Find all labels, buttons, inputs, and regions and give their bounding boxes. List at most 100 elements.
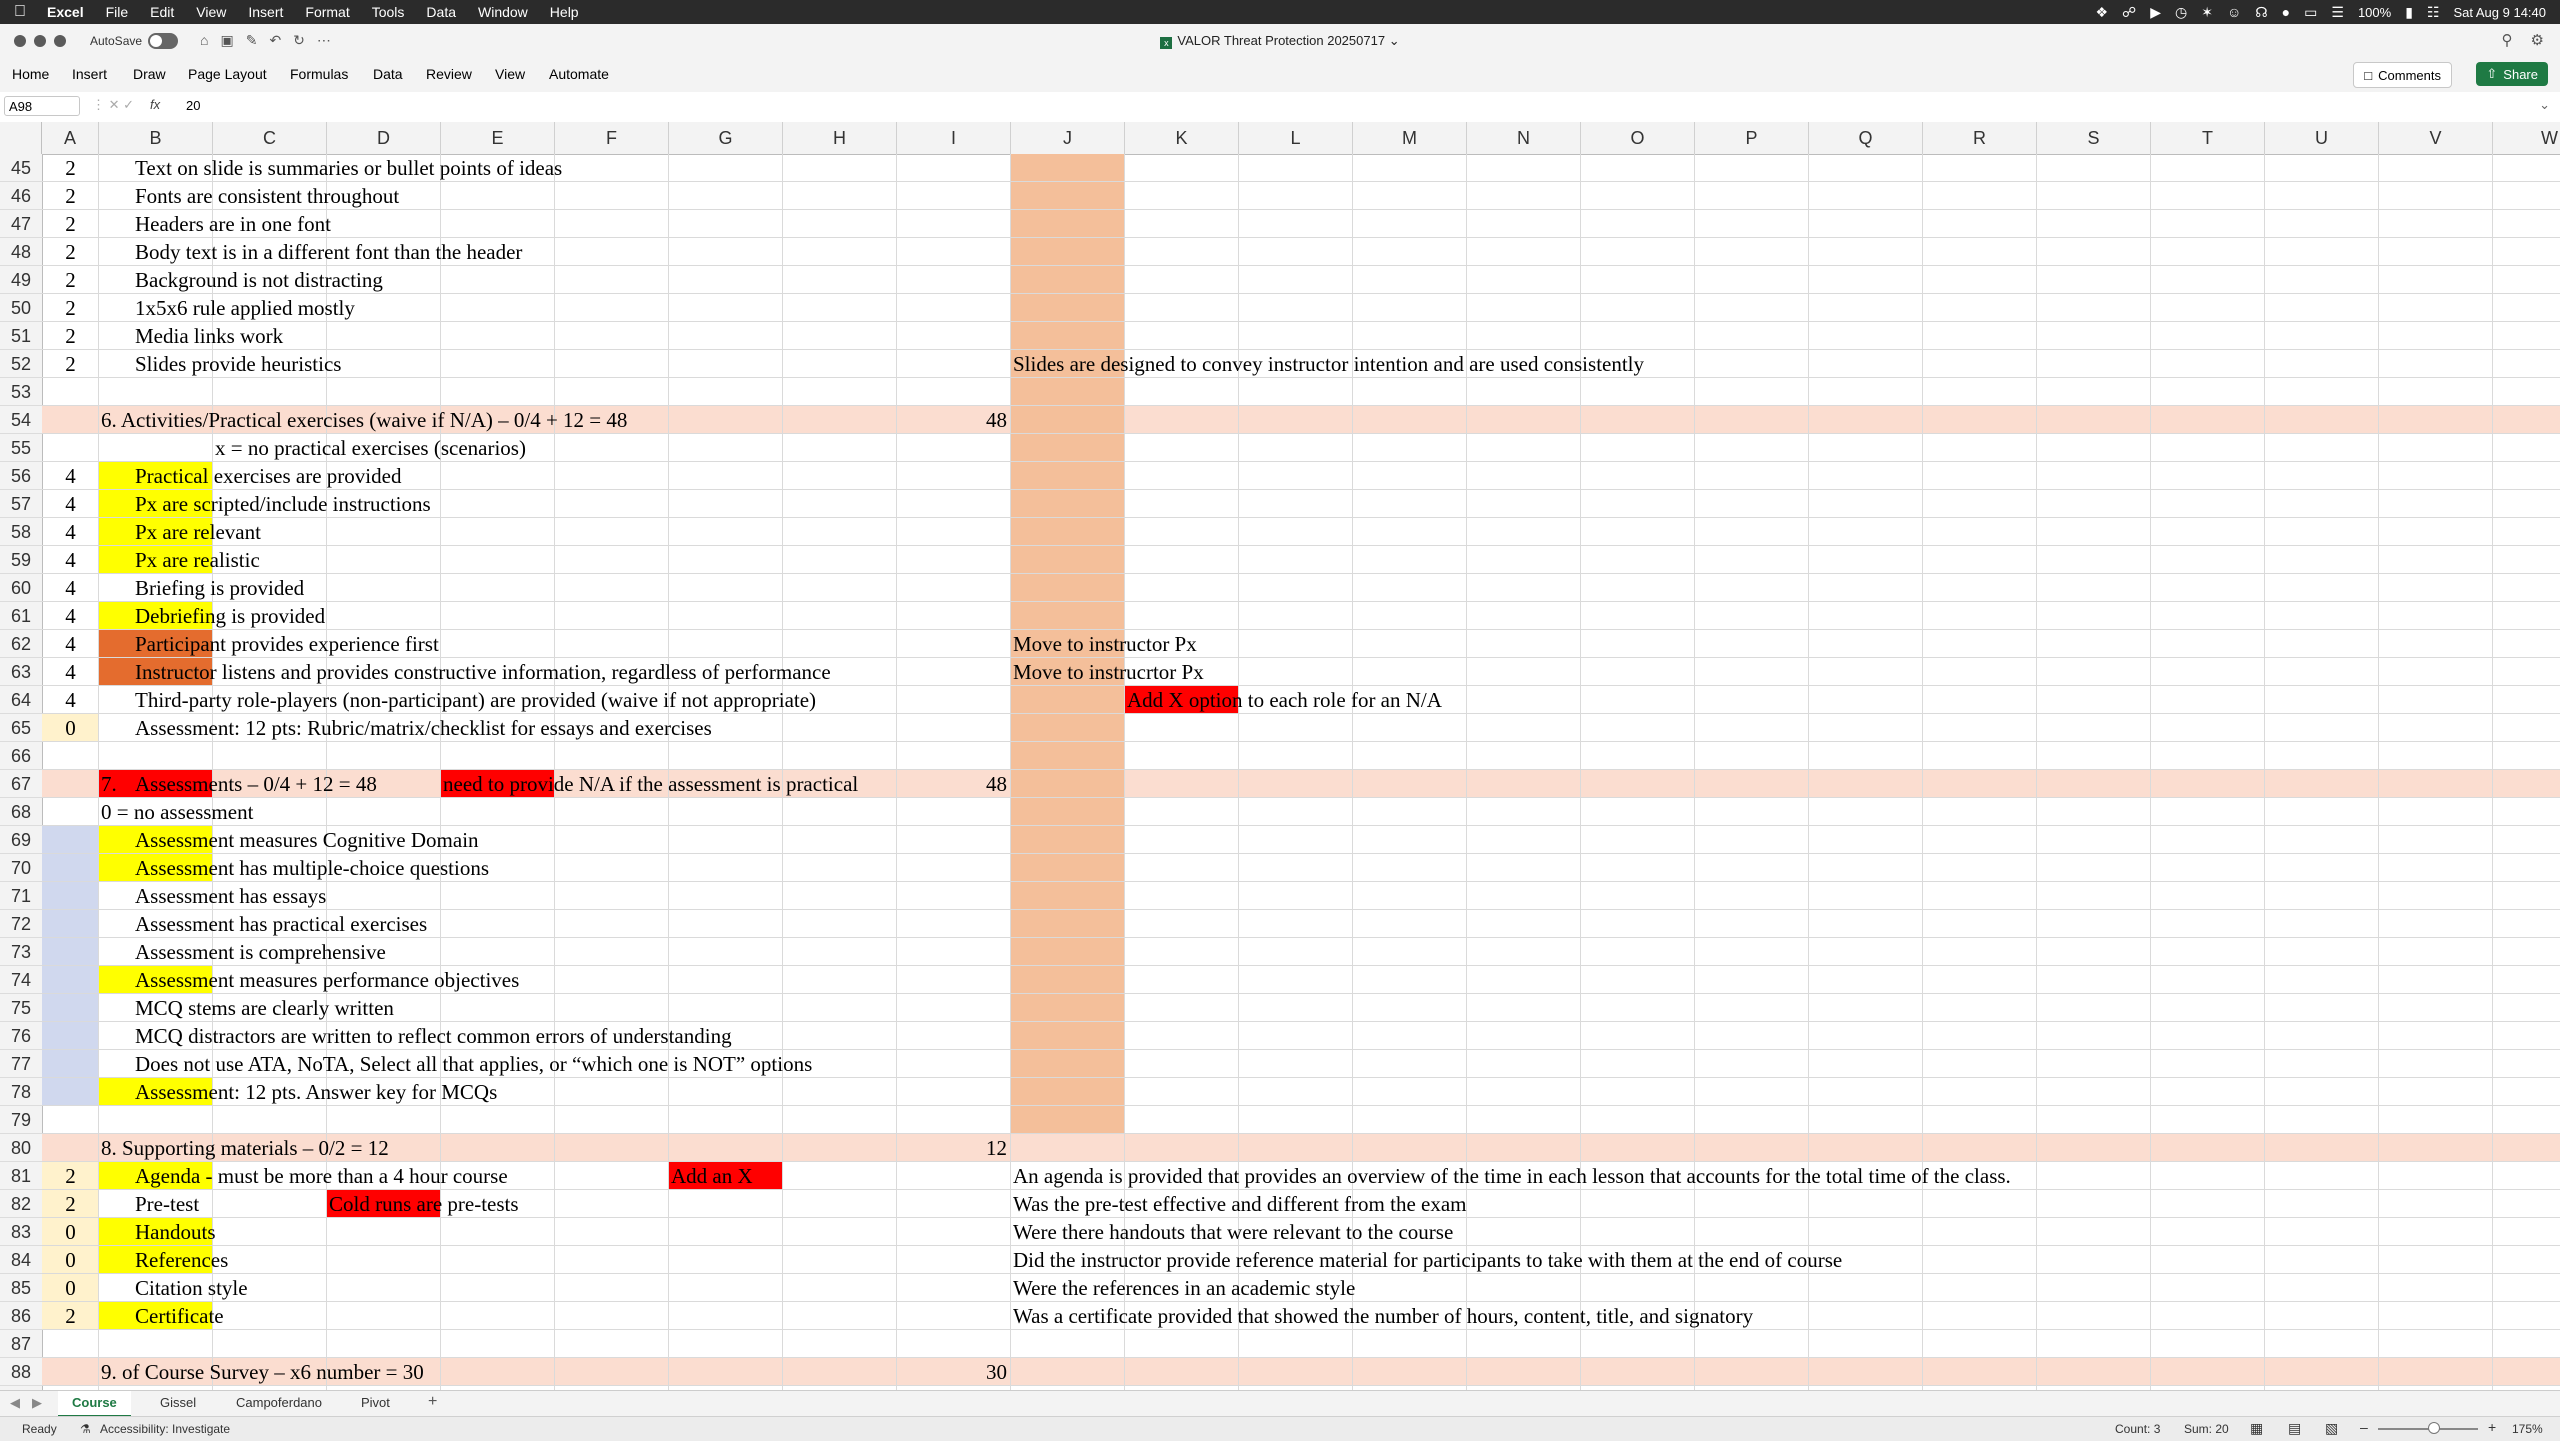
criteria-cell[interactable]: Assessment: 12 pts. Answer key for MCQs	[135, 1078, 497, 1106]
row-header[interactable]: 84	[0, 1246, 42, 1274]
settings-icon[interactable]: ⚙	[2531, 31, 2544, 49]
accessibility-icon[interactable]: ⚗	[80, 1422, 91, 1436]
score-cell[interactable]: 2	[42, 1302, 99, 1330]
search-icon[interactable]: ⚲	[2502, 31, 2513, 49]
row-header[interactable]: 48	[0, 238, 42, 266]
row-header[interactable]: 83	[0, 1218, 42, 1246]
score-cell[interactable]: 4	[42, 546, 99, 574]
tab-formulas[interactable]: Formulas	[290, 66, 348, 82]
menu-insert[interactable]: Insert	[237, 4, 294, 20]
sheet-tab-pivot[interactable]: Pivot	[347, 1391, 404, 1415]
row-header[interactable]: 57	[0, 490, 42, 518]
tab-home[interactable]: Home	[12, 66, 49, 82]
formula-input[interactable]: 20	[186, 98, 200, 113]
column-header[interactable]: C	[213, 122, 327, 154]
tab-data[interactable]: Data	[373, 66, 403, 82]
name-box[interactable]: A98	[4, 96, 80, 116]
select-all-corner[interactable]	[0, 122, 42, 154]
criteria-cell[interactable]: Certificate	[135, 1302, 224, 1330]
menu-view[interactable]: View	[185, 4, 237, 20]
row-header[interactable]: 68	[0, 798, 42, 826]
section-total-cell[interactable]: 48	[897, 770, 1007, 798]
column-header[interactable]: N	[1467, 122, 1581, 154]
row-header[interactable]: 59	[0, 546, 42, 574]
criteria-cell[interactable]: Pre-test	[135, 1190, 199, 1218]
criteria-cell[interactable]: Third-party role-players (non-participan…	[135, 686, 816, 714]
column-header[interactable]: L	[1239, 122, 1353, 154]
menu-file[interactable]: File	[95, 4, 140, 20]
column-header[interactable]: M	[1353, 122, 1467, 154]
share-button[interactable]: ⇧ Share	[2476, 62, 2548, 86]
tab-review[interactable]: Review	[426, 66, 472, 82]
column-header[interactable]: V	[2379, 122, 2493, 154]
criteria-cell[interactable]: x = no practical exercises (scenarios)	[215, 434, 526, 462]
clock-icon[interactable]: ◷	[2175, 4, 2187, 21]
document-title[interactable]: x VALOR Threat Protection 20250717 ⌄	[0, 33, 2560, 49]
criteria-cell[interactable]: Assessment has practical exercises	[135, 910, 427, 938]
zoom-in-button[interactable]: +	[2488, 1419, 2496, 1435]
sheet-prev-icon[interactable]: ◀	[10, 1395, 20, 1411]
note-cell[interactable]: Was a certificate provided that showed t…	[1013, 1302, 1753, 1330]
row-header[interactable]: 86	[0, 1302, 42, 1330]
apple-icon[interactable]: 	[0, 3, 36, 21]
score-cell[interactable]: 4	[42, 658, 99, 686]
column-header[interactable]: K	[1125, 122, 1239, 154]
zoom-level[interactable]: 175%	[2512, 1422, 2543, 1436]
red-note-cell[interactable]: Cold runs are pre-tests	[329, 1190, 519, 1218]
column-header[interactable]: R	[1923, 122, 2037, 154]
red-note-cell[interactable]: Add an X	[671, 1162, 753, 1190]
row-header[interactable]: 65	[0, 714, 42, 742]
score-cell[interactable]: 0	[42, 1246, 99, 1274]
criteria-cell[interactable]: Assessment measures Cognitive Domain	[135, 826, 479, 854]
display-icon[interactable]: ▭	[2304, 4, 2317, 21]
control-center-icon[interactable]: ☷	[2427, 4, 2440, 21]
row-header[interactable]: 53	[0, 378, 42, 406]
accessibility-status[interactable]: Accessibility: Investigate	[100, 1422, 230, 1436]
row-header[interactable]: 49	[0, 266, 42, 294]
score-cell[interactable]: 2	[42, 210, 99, 238]
battery-icon[interactable]: ▮	[2405, 4, 2413, 21]
score-cell[interactable]: 2	[42, 182, 99, 210]
score-cell[interactable]: 4	[42, 574, 99, 602]
tab-draw[interactable]: Draw	[133, 66, 166, 82]
note-cell[interactable]: Move to instructor Px	[1013, 630, 1197, 658]
section-total-cell[interactable]: 30	[897, 1358, 1007, 1386]
section-total-cell[interactable]: 12	[897, 1134, 1007, 1162]
column-header[interactable]: Q	[1809, 122, 1923, 154]
score-cell[interactable]: 0	[42, 714, 99, 742]
fx-icon[interactable]: fx	[150, 97, 160, 112]
column-header[interactable]: J	[1011, 122, 1125, 154]
criteria-cell[interactable]: Assessment: 12 pts: Rubric/matrix/checkl…	[135, 714, 712, 742]
page-layout-view-icon[interactable]: ▤	[2288, 1420, 2301, 1437]
red-note-cell[interactable]: Add X option to each role for an N/A	[1127, 686, 1442, 714]
criteria-cell[interactable]: 0 = no assessment	[101, 798, 253, 826]
chevron-down-icon[interactable]: ⌄	[1389, 33, 1400, 48]
zoom-out-button[interactable]: –	[2360, 1419, 2368, 1435]
note-cell[interactable]: An agenda is provided that provides an o…	[1013, 1162, 2011, 1190]
column-header[interactable]: G	[669, 122, 783, 154]
criteria-cell[interactable]: Headers are in one font	[135, 210, 331, 238]
normal-view-icon[interactable]: ▦	[2250, 1420, 2263, 1437]
criteria-cell[interactable]: Px are realistic	[135, 546, 260, 574]
row-header[interactable]: 80	[0, 1134, 42, 1162]
row-header[interactable]: 72	[0, 910, 42, 938]
row-header[interactable]: 69	[0, 826, 42, 854]
note-cell[interactable]: Were there handouts that were relevant t…	[1013, 1218, 1453, 1246]
criteria-cell[interactable]: Participant provides experience first	[135, 630, 439, 658]
criteria-cell[interactable]: Does not use ATA, NoTA, Select all that …	[135, 1050, 812, 1078]
add-sheet-button[interactable]: +	[428, 1393, 437, 1411]
column-header[interactable]: H	[783, 122, 897, 154]
tab-insert[interactable]: Insert	[72, 66, 107, 82]
row-header[interactable]: 77	[0, 1050, 42, 1078]
criteria-cell[interactable]: MCQ distractors are written to reflect c…	[135, 1022, 732, 1050]
row-header[interactable]: 67	[0, 770, 42, 798]
tab-page-layout[interactable]: Page Layout	[188, 66, 267, 82]
row-header[interactable]: 64	[0, 686, 42, 714]
column-header[interactable]: A	[42, 122, 99, 154]
column-header[interactable]: F	[555, 122, 669, 154]
note-cell[interactable]: Move to instrucrtor Px	[1013, 658, 1204, 686]
mic-icon[interactable]: ●	[2282, 4, 2290, 20]
sheet-tab-course[interactable]: Course	[58, 1391, 131, 1417]
user-icon[interactable]: ☺	[2227, 4, 2241, 20]
note-cell[interactable]: Was the pre-test effective and different…	[1013, 1190, 1467, 1218]
